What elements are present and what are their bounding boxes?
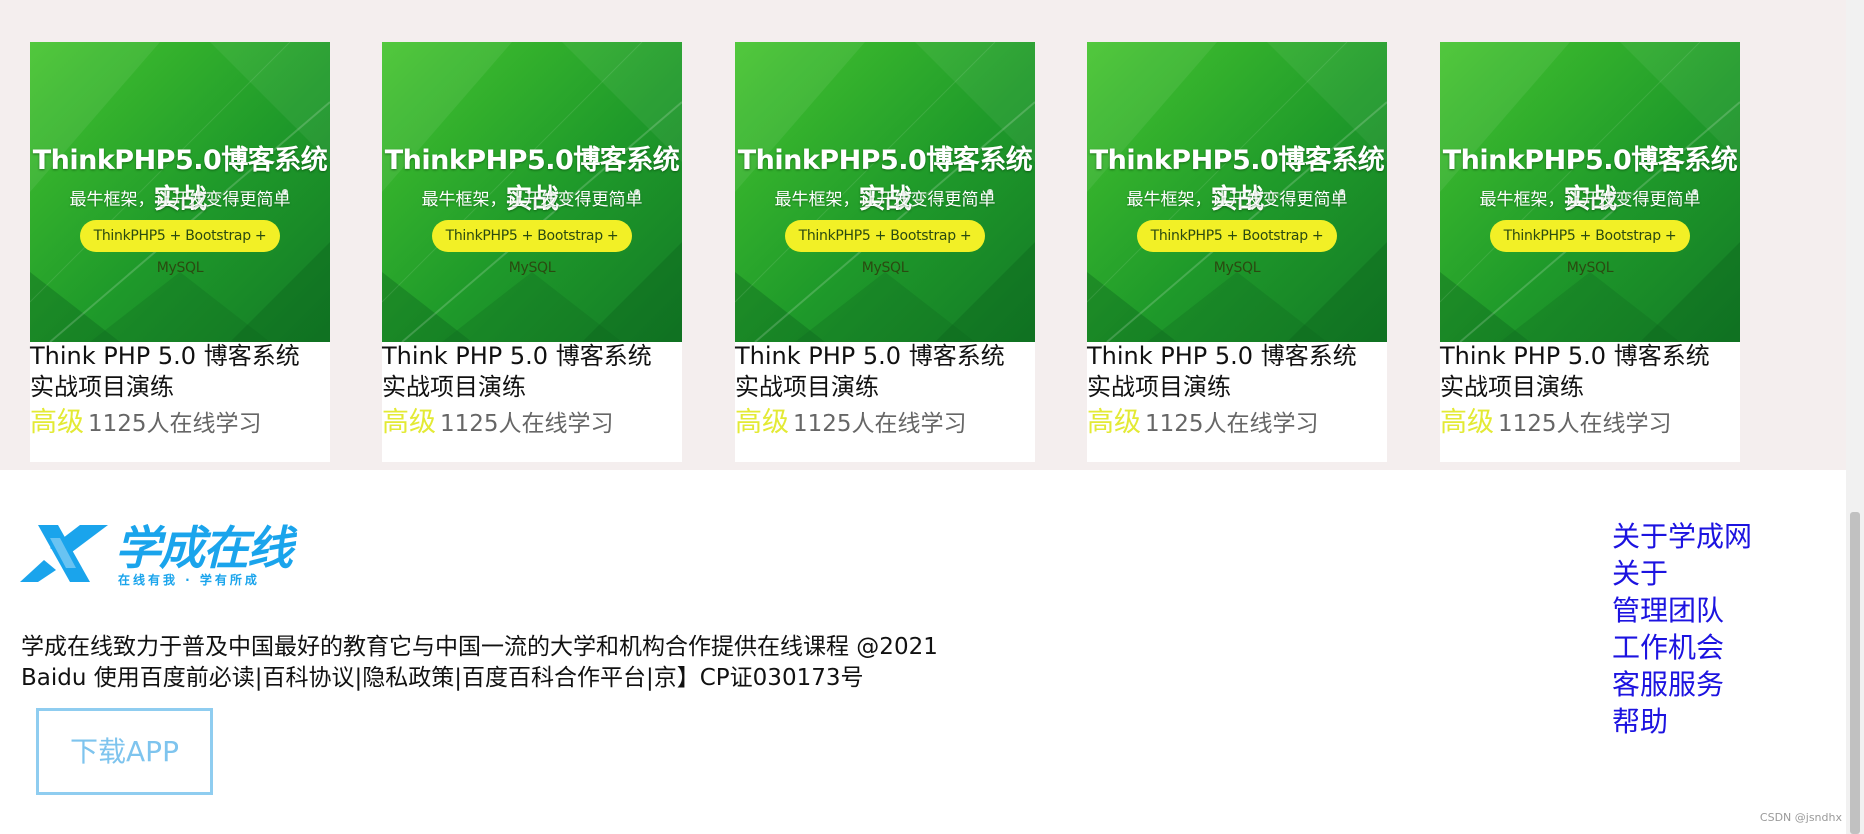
- course-title[interactable]: Think PHP 5.0 博客系统 实战项目演练: [735, 341, 1035, 403]
- course-learners: 1125人在线学习: [793, 411, 967, 437]
- footer-links: 关于学成网 关于 管理团队 工作机会 客服服务 帮助: [1612, 518, 1752, 740]
- scrollbar-thumb[interactable]: [1850, 512, 1860, 834]
- course-banner-image: [1440, 42, 1740, 342]
- course-card[interactable]: ThinkPHP5.0博客系统实战 最牛框架，让开发变得更简单 ThinkPHP…: [1440, 42, 1740, 462]
- course-thumbnail[interactable]: ThinkPHP5.0博客系统实战 最牛框架，让开发变得更简单 ThinkPHP…: [30, 42, 330, 342]
- course-banner-image: [382, 42, 682, 342]
- download-app-button[interactable]: 下载APP: [36, 708, 213, 795]
- footer-link-about-site[interactable]: 关于学成网: [1612, 518, 1752, 555]
- logo-slogan: 在线有我 · 学有所成: [118, 573, 260, 587]
- course-thumbnail[interactable]: ThinkPHP5.0博客系统实战 最牛框架，让开发变得更简单 ThinkPHP…: [1440, 42, 1740, 342]
- course-level: 高级: [30, 407, 84, 438]
- course-meta: 高级 1125人在线学习: [30, 406, 330, 441]
- course-card[interactable]: ThinkPHP5.0博客系统实战 最牛框架，让开发变得更简单 ThinkPHP…: [735, 42, 1035, 462]
- course-title[interactable]: Think PHP 5.0 博客系统 实战项目演练: [1440, 341, 1740, 403]
- footer-link-jobs[interactable]: 工作机会: [1612, 629, 1752, 666]
- course-title[interactable]: Think PHP 5.0 博客系统 实战项目演练: [382, 341, 682, 403]
- course-title[interactable]: Think PHP 5.0 博客系统 实战项目演练: [30, 341, 330, 403]
- course-card[interactable]: ThinkPHP5.0博客系统实战 最牛框架，让开发变得更简单 ThinkPHP…: [382, 42, 682, 462]
- footer-copyright-line: Baidu 使用百度前必读|百科协议|隐私政策|百度百科合作平台|京】CP证03…: [21, 665, 864, 691]
- vertical-scrollbar[interactable]: [1846, 0, 1864, 834]
- footer-link-management-team[interactable]: 管理团队: [1612, 592, 1752, 629]
- course-card[interactable]: ThinkPHP5.0博客系统实战 最牛框架，让开发变得更简单 ThinkPHP…: [30, 42, 330, 462]
- footer-description: 学成在线致力于普及中国最好的教育它与中国一流的大学和机构合作提供在线课程 @20…: [21, 632, 938, 694]
- course-card[interactable]: ThinkPHP5.0博客系统实战 最牛框架，让开发变得更简单 ThinkPHP…: [1087, 42, 1387, 462]
- course-thumbnail[interactable]: ThinkPHP5.0博客系统实战 最牛框架，让开发变得更简单 ThinkPHP…: [1087, 42, 1387, 342]
- footer-link-about[interactable]: 关于: [1612, 555, 1752, 592]
- footer-description-line: 学成在线致力于普及中国最好的教育它与中国一流的大学和机构合作提供在线课程 @20…: [21, 634, 938, 660]
- course-level: 高级: [1087, 407, 1141, 438]
- footer-link-help[interactable]: 帮助: [1612, 703, 1752, 740]
- site-footer: 学成在线 在线有我 · 学有所成 学成在线致力于普及中国最好的教育它与中国一流的…: [0, 470, 1846, 834]
- course-list: ThinkPHP5.0博客系统实战 最牛框架，让开发变得更简单 ThinkPHP…: [0, 0, 1846, 470]
- course-title[interactable]: Think PHP 5.0 博客系统 实战项目演练: [1087, 341, 1387, 403]
- course-learners: 1125人在线学习: [1145, 411, 1319, 437]
- course-meta: 高级 1125人在线学习: [1087, 406, 1387, 441]
- course-meta: 高级 1125人在线学习: [1440, 406, 1740, 441]
- course-level: 高级: [1440, 407, 1494, 438]
- course-learners: 1125人在线学习: [88, 411, 262, 437]
- logo-x-icon: [20, 525, 108, 582]
- course-thumbnail[interactable]: ThinkPHP5.0博客系统实战 最牛框架，让开发变得更简单 ThinkPHP…: [382, 42, 682, 342]
- course-thumbnail[interactable]: ThinkPHP5.0博客系统实战 最牛框架，让开发变得更简单 ThinkPHP…: [735, 42, 1035, 342]
- course-level: 高级: [382, 407, 436, 438]
- course-learners: 1125人在线学习: [1498, 411, 1672, 437]
- course-meta: 高级 1125人在线学习: [382, 406, 682, 441]
- course-level: 高级: [735, 407, 789, 438]
- course-banner-image: [30, 42, 330, 342]
- site-logo[interactable]: 学成在线 在线有我 · 学有所成: [20, 520, 320, 590]
- watermark: CSDN @jsndhx: [1759, 811, 1842, 824]
- logo-wordmark: 学成在线: [115, 521, 293, 575]
- course-learners: 1125人在线学习: [440, 411, 614, 437]
- course-meta: 高级 1125人在线学习: [735, 406, 1035, 441]
- course-banner-image: [735, 42, 1035, 342]
- footer-link-customer-service[interactable]: 客服服务: [1612, 666, 1752, 703]
- course-banner-image: [1087, 42, 1387, 342]
